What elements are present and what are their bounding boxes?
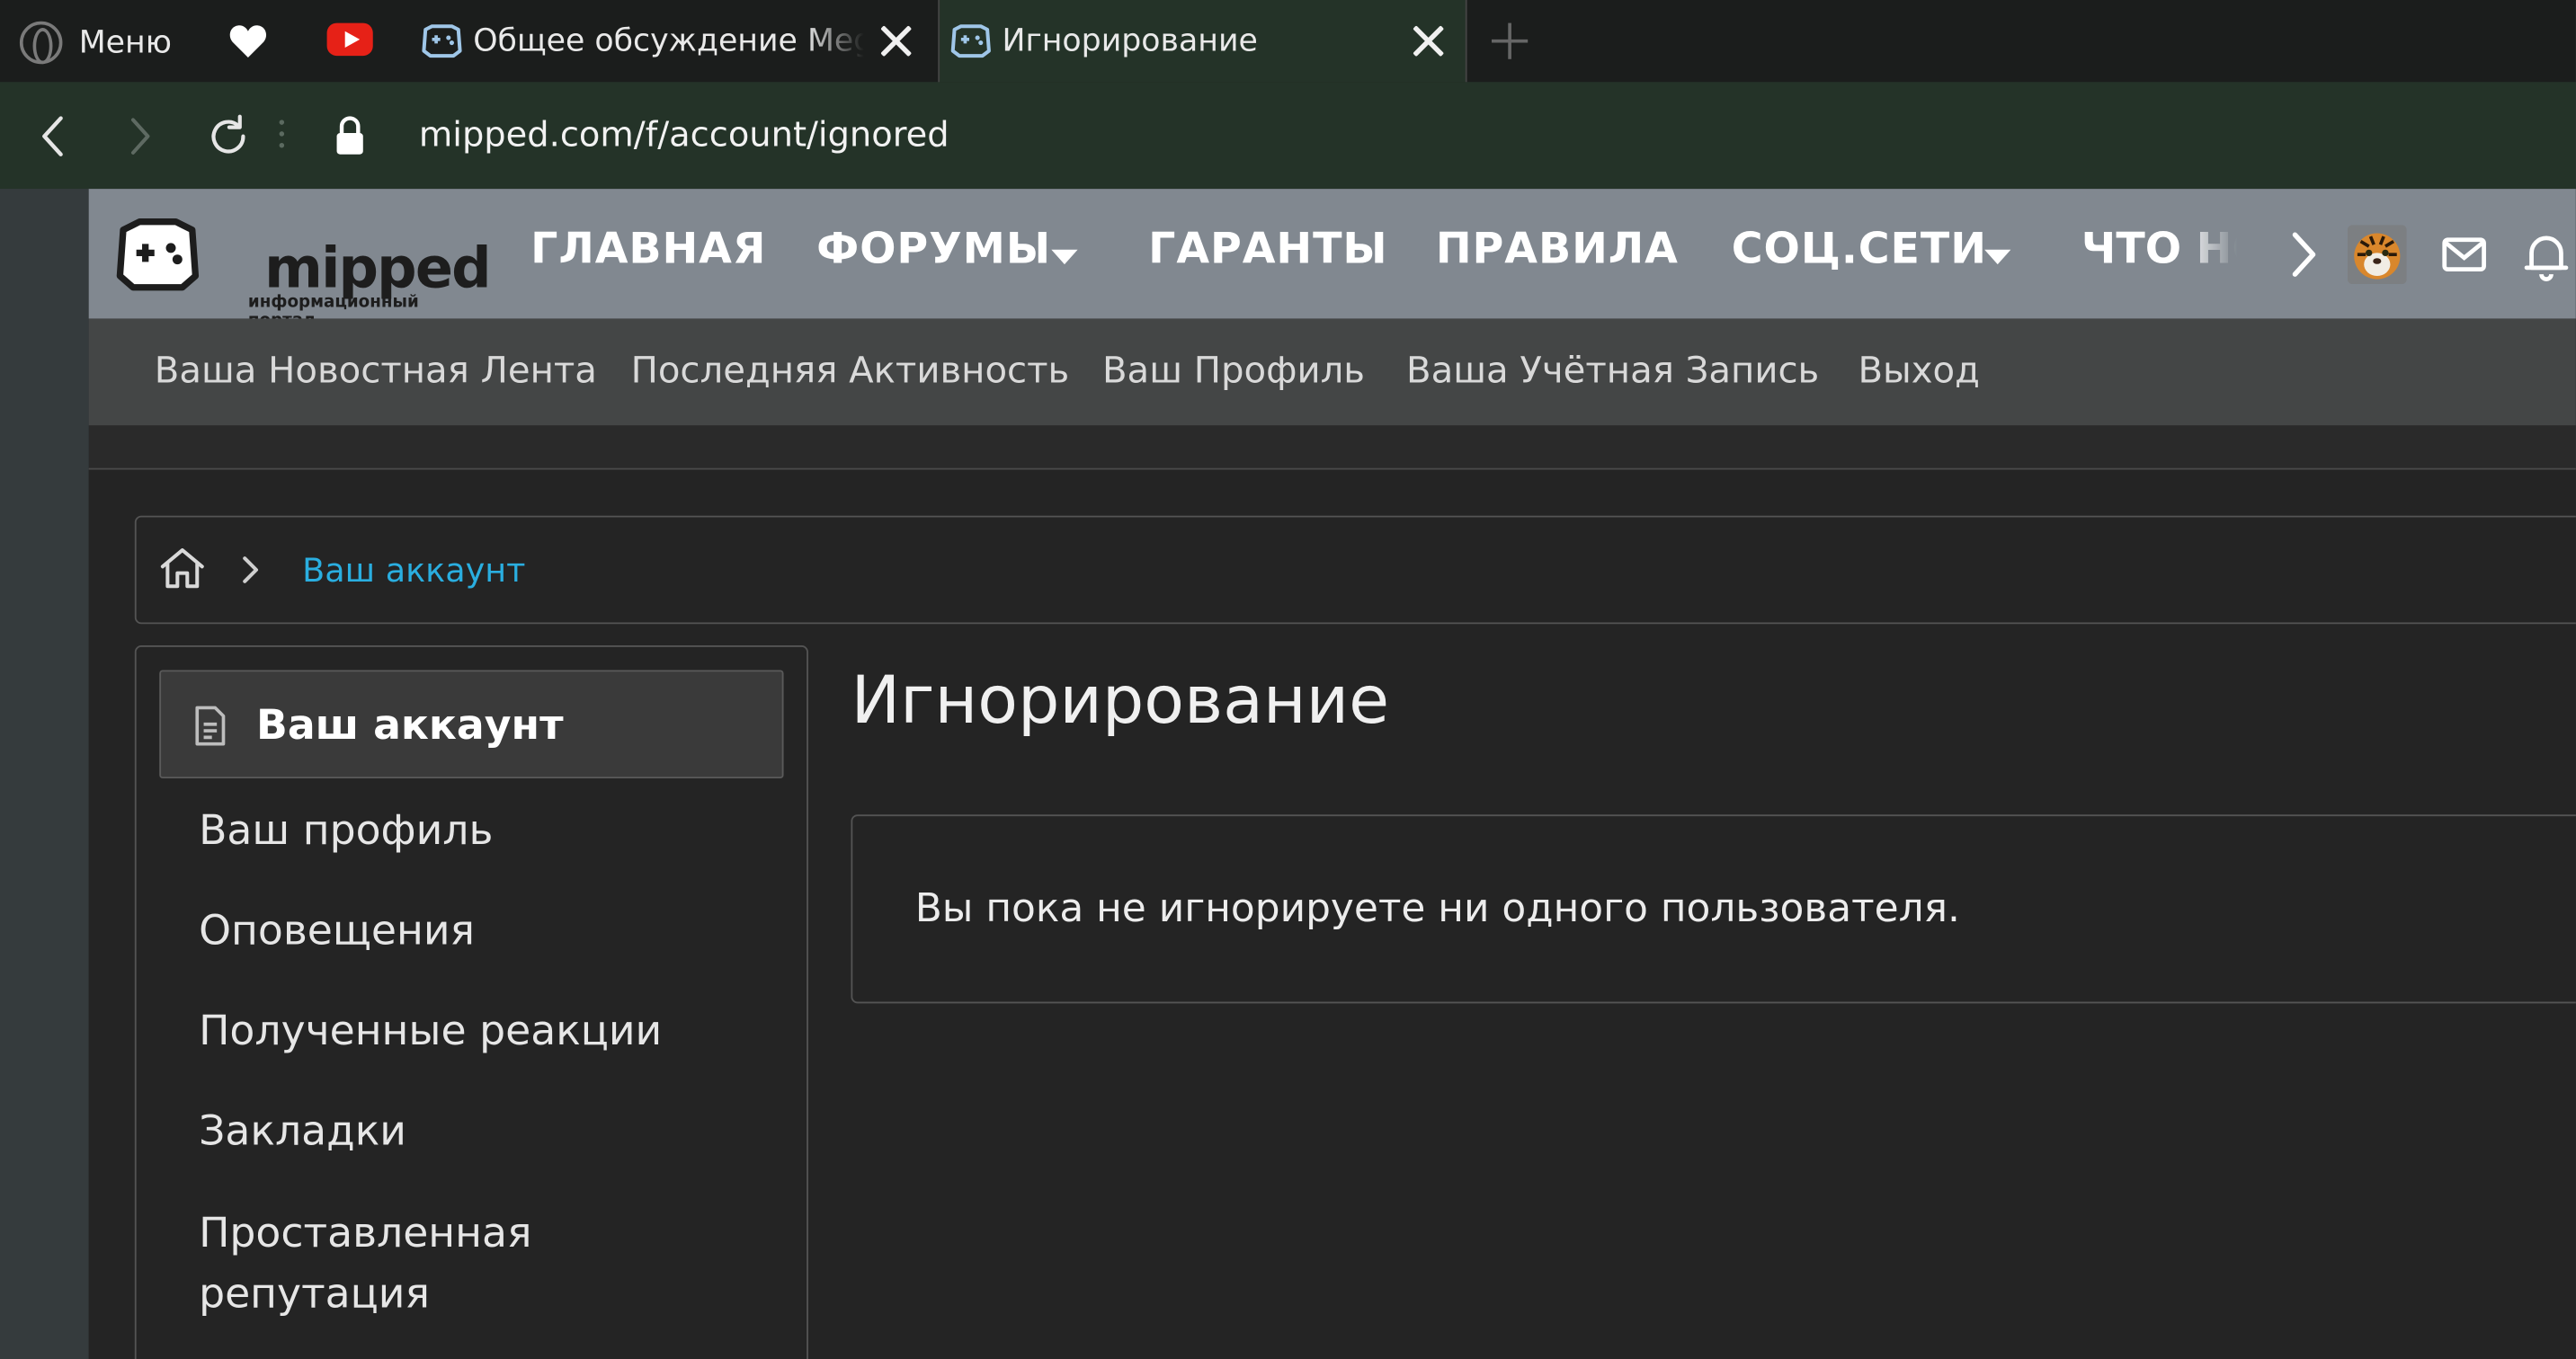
opera-icon <box>19 21 63 65</box>
empty-notice-text: Вы пока не игнорируете ни одного пользов… <box>914 884 1960 931</box>
bell-icon[interactable] <box>2517 225 2576 284</box>
avatar[interactable] <box>2347 225 2407 285</box>
address-bar: mipped.com/f/account/ignored <box>0 82 2576 190</box>
nav-guarantors[interactable]: ГАРАНТЫ <box>1148 225 1387 274</box>
reload-icon[interactable] <box>204 111 254 161</box>
document-icon <box>195 706 226 746</box>
forums-dropdown-icon[interactable] <box>1051 249 1078 265</box>
mipped-gamepad-icon <box>422 24 462 58</box>
lock-icon[interactable] <box>332 115 368 158</box>
nav-scroll-right-icon[interactable] <box>2274 225 2333 284</box>
account-sidebar: Ваш аккаунт Ваш профиль Оповещения Получ… <box>134 645 808 1359</box>
mipped-gamepad-icon <box>950 24 991 58</box>
nav-forums[interactable]: ФОРУМЫ <box>816 225 1051 274</box>
sidebar-item-alerts[interactable]: Оповещения <box>199 900 475 961</box>
sidebar-item-reactions[interactable]: Полученные реакции <box>199 1000 662 1061</box>
close-tab-icon[interactable] <box>1410 23 1446 59</box>
nav-whats-new-label: ЧТО НОВОГО <box>2081 225 2246 275</box>
nav-home[interactable]: ГЛАВНАЯ <box>530 225 766 274</box>
chevron-right-icon <box>243 556 259 583</box>
sidebar-header[interactable]: Ваш аккаунт <box>159 670 784 779</box>
subnav-latest-activity[interactable]: Последняя Активность <box>631 351 1070 393</box>
back-icon[interactable] <box>30 111 79 161</box>
social-dropdown-icon[interactable] <box>1984 249 2011 265</box>
page-margin <box>0 189 89 1359</box>
browser-tab-bar: Меню Общее обсуждение MegaMipped Игнорир… <box>0 0 2576 83</box>
subnav-your-account[interactable]: Ваша Учётная Запись <box>1406 351 1819 393</box>
subnav-logout[interactable]: Выход <box>1858 351 1979 393</box>
sidebar-item-reputation[interactable]: Проставленная репутация <box>199 1202 626 1323</box>
breadcrumb: Ваш аккаунт <box>134 515 2576 625</box>
nav-rules[interactable]: ПРАВИЛА <box>1436 225 1679 274</box>
logo-text: mipped <box>264 236 491 303</box>
screen: Меню Общее обсуждение MegaMipped Игнорир… <box>0 0 2576 1359</box>
tab-general-discussion[interactable]: Общее обсуждение MegaMipped <box>411 0 933 82</box>
page-title: Игнорирование <box>851 663 1390 740</box>
site-container: mipped информационный портал ГЛАВНАЯ ФОР… <box>88 189 2576 1359</box>
main-content: Ваш аккаунт Ваш аккаунт Ваш профиль Опов… <box>88 467 2576 1359</box>
youtube-icon[interactable] <box>326 22 373 57</box>
subnav-your-profile[interactable]: Ваш Профиль <box>1102 351 1365 393</box>
nav-social[interactable]: СОЦ.СЕТИ <box>1732 225 1987 274</box>
sidebar-item-bookmarks[interactable]: Закладки <box>199 1100 406 1161</box>
site-top-nav: mipped информационный портал ГЛАВНАЯ ФОР… <box>88 189 2576 330</box>
logo-gamepad-icon <box>116 218 200 291</box>
tab-title: Общее обсуждение MegaMipped <box>473 22 864 59</box>
subnav-news-feed[interactable]: Ваша Новостная Лента <box>155 351 597 393</box>
home-icon[interactable] <box>157 546 207 591</box>
tab-ignored[interactable]: Игнорирование <box>938 0 1467 83</box>
sidebar-item-profile[interactable]: Ваш профиль <box>199 800 493 861</box>
tab-title: Игнорирование <box>1002 22 1258 59</box>
opera-menu-button[interactable]: Меню <box>19 20 172 66</box>
breadcrumb-your-account[interactable]: Ваш аккаунт <box>302 550 525 590</box>
mail-icon[interactable] <box>2435 225 2494 284</box>
sidebar-header-label: Ваш аккаунт <box>256 701 564 750</box>
heart-icon[interactable] <box>228 23 268 59</box>
empty-notice-block: Вы пока не игнорируете ни одного пользов… <box>851 814 2576 1004</box>
account-sub-nav: Ваша Новостная Лента Последняя Активност… <box>88 318 2576 426</box>
close-tab-icon[interactable] <box>878 23 914 59</box>
forward-icon[interactable] <box>115 111 165 161</box>
url-field[interactable]: mipped.com/f/account/ignored <box>419 115 949 155</box>
site-logo[interactable]: mipped информационный портал <box>113 214 492 330</box>
new-tab-icon[interactable] <box>1488 20 1531 63</box>
menu-label: Меню <box>78 24 172 61</box>
divider-dots <box>279 120 286 153</box>
nav-whats-new[interactable]: ЧТО НОВОГО <box>2081 205 2246 304</box>
